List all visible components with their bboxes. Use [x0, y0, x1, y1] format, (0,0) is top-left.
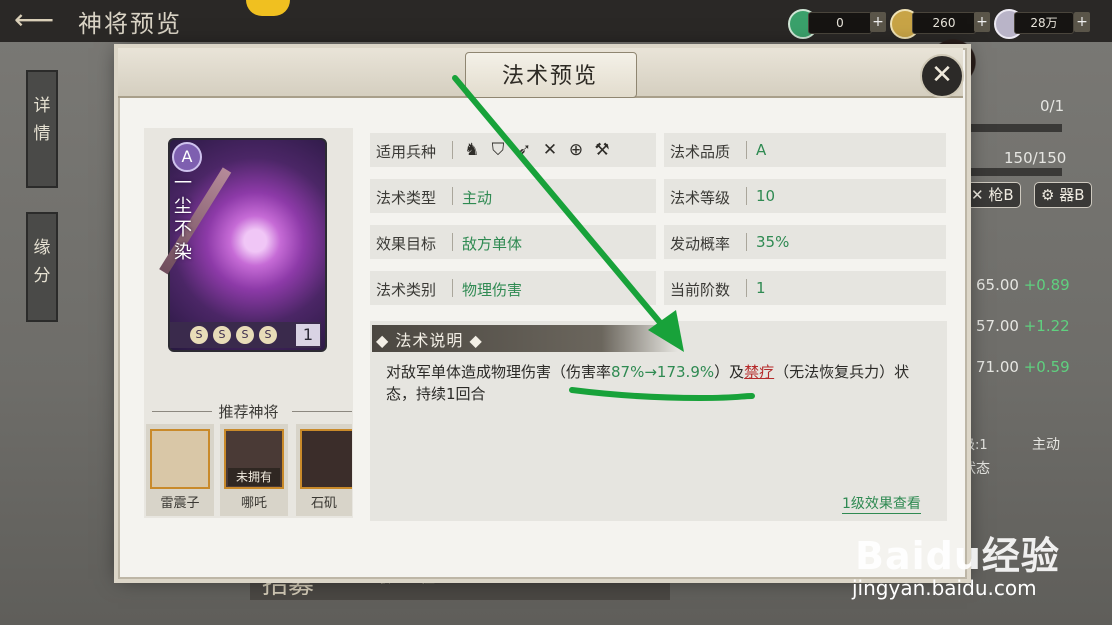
annotation-underline	[569, 387, 755, 402]
baidu-jingyan-logo: Baidu经验	[855, 534, 1060, 578]
watermark-url: jingyan.baidu.com	[852, 576, 1037, 600]
annotation-arrow-shaft	[452, 75, 671, 335]
